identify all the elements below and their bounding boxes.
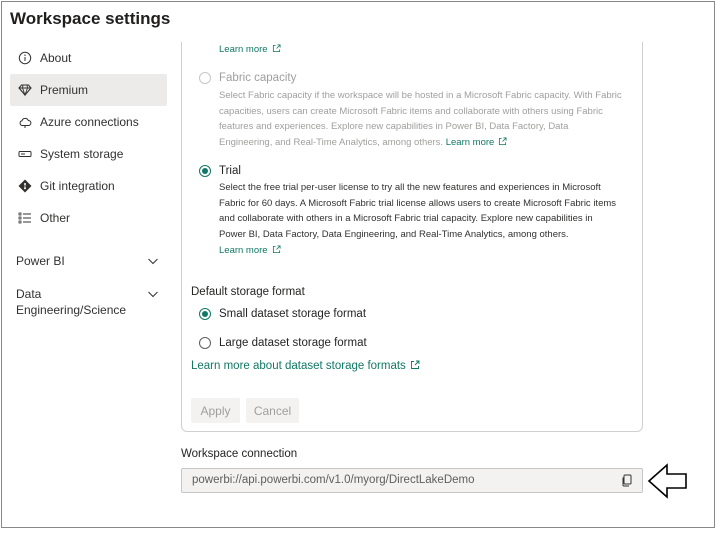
diamond-icon <box>18 84 32 97</box>
external-link-icon <box>272 44 281 53</box>
storage-formats-learn-more-link[interactable]: Learn more about dataset storage formats <box>191 360 420 372</box>
git-icon <box>18 179 32 193</box>
sidebar-item-label: About <box>40 51 72 65</box>
sidebar-item-azure-connections[interactable]: Azure connections <box>10 106 167 138</box>
workspace-connection-field[interactable]: powerbi://api.powerbi.com/v1.0/myorg/Dir… <box>181 468 643 493</box>
trial-radio[interactable] <box>199 165 211 177</box>
settings-window: Workspace settings About Premium Azure c… <box>1 1 715 528</box>
storage-format-heading: Default storage format <box>191 286 305 298</box>
fabric-capacity-learn-more-link[interactable]: Learn more <box>446 137 508 148</box>
external-link-icon <box>410 360 420 369</box>
section-data-engineering[interactable]: Data Engineering/Science <box>10 286 126 318</box>
chevron-down-icon <box>148 258 158 265</box>
info-icon <box>18 51 32 65</box>
fabric-capacity-label: Fabric capacity <box>219 72 297 84</box>
sidebar-item-label: System storage <box>40 147 124 161</box>
trial-learn-more-link[interactable]: Learn more <box>219 243 281 259</box>
fabric-capacity-description: Select Fabric capacity if the workspace … <box>219 90 622 148</box>
small-storage-radio[interactable] <box>199 308 211 320</box>
sidebar-item-git-integration[interactable]: Git integration <box>10 170 167 202</box>
workspace-connection-heading: Workspace connection <box>181 448 298 460</box>
sidebar-item-label: Azure connections <box>40 115 139 129</box>
sidebar-item-premium[interactable]: Premium <box>10 74 167 106</box>
fabric-capacity-radio[interactable] <box>199 72 211 84</box>
large-storage-label: Large dataset storage format <box>219 337 367 349</box>
arrow-left-icon <box>647 463 687 499</box>
workspace-connection-value: powerbi://api.powerbi.com/v1.0/myorg/Dir… <box>192 474 475 486</box>
trial-label: Trial <box>219 165 241 177</box>
sidebar-item-about[interactable]: About <box>10 42 167 74</box>
cloud-icon <box>19 117 32 128</box>
apply-button[interactable]: Apply <box>191 398 240 423</box>
external-link-icon <box>272 245 281 254</box>
storage-icon <box>18 151 32 157</box>
window-title: Workspace settings <box>10 9 171 28</box>
cancel-button[interactable]: Cancel <box>246 398 299 423</box>
small-storage-label: Small dataset storage format <box>219 308 367 320</box>
copy-icon[interactable] <box>621 474 633 487</box>
sidebar-item-other[interactable]: Other <box>10 202 167 234</box>
sidebar-item-system-storage[interactable]: System storage <box>10 138 167 170</box>
chevron-down-icon[interactable] <box>147 288 159 300</box>
section-label: Power BI <box>16 254 65 268</box>
sidebar: About Premium Azure connections System s… <box>10 42 167 318</box>
sidebar-item-label: Premium <box>40 83 89 97</box>
section-power-bi[interactable]: Power BI <box>10 253 167 269</box>
list-icon <box>18 212 31 224</box>
sidebar-item-label: Git integration <box>40 179 115 193</box>
sidebar-item-label: Other <box>40 211 71 225</box>
top-learn-more-link[interactable]: Learn more <box>219 42 281 58</box>
trial-description: Select the free trial per-user license t… <box>219 182 617 240</box>
section-label: Data Engineering/Science <box>16 287 127 317</box>
external-link-icon <box>499 137 507 145</box>
large-storage-radio[interactable] <box>199 337 211 349</box>
